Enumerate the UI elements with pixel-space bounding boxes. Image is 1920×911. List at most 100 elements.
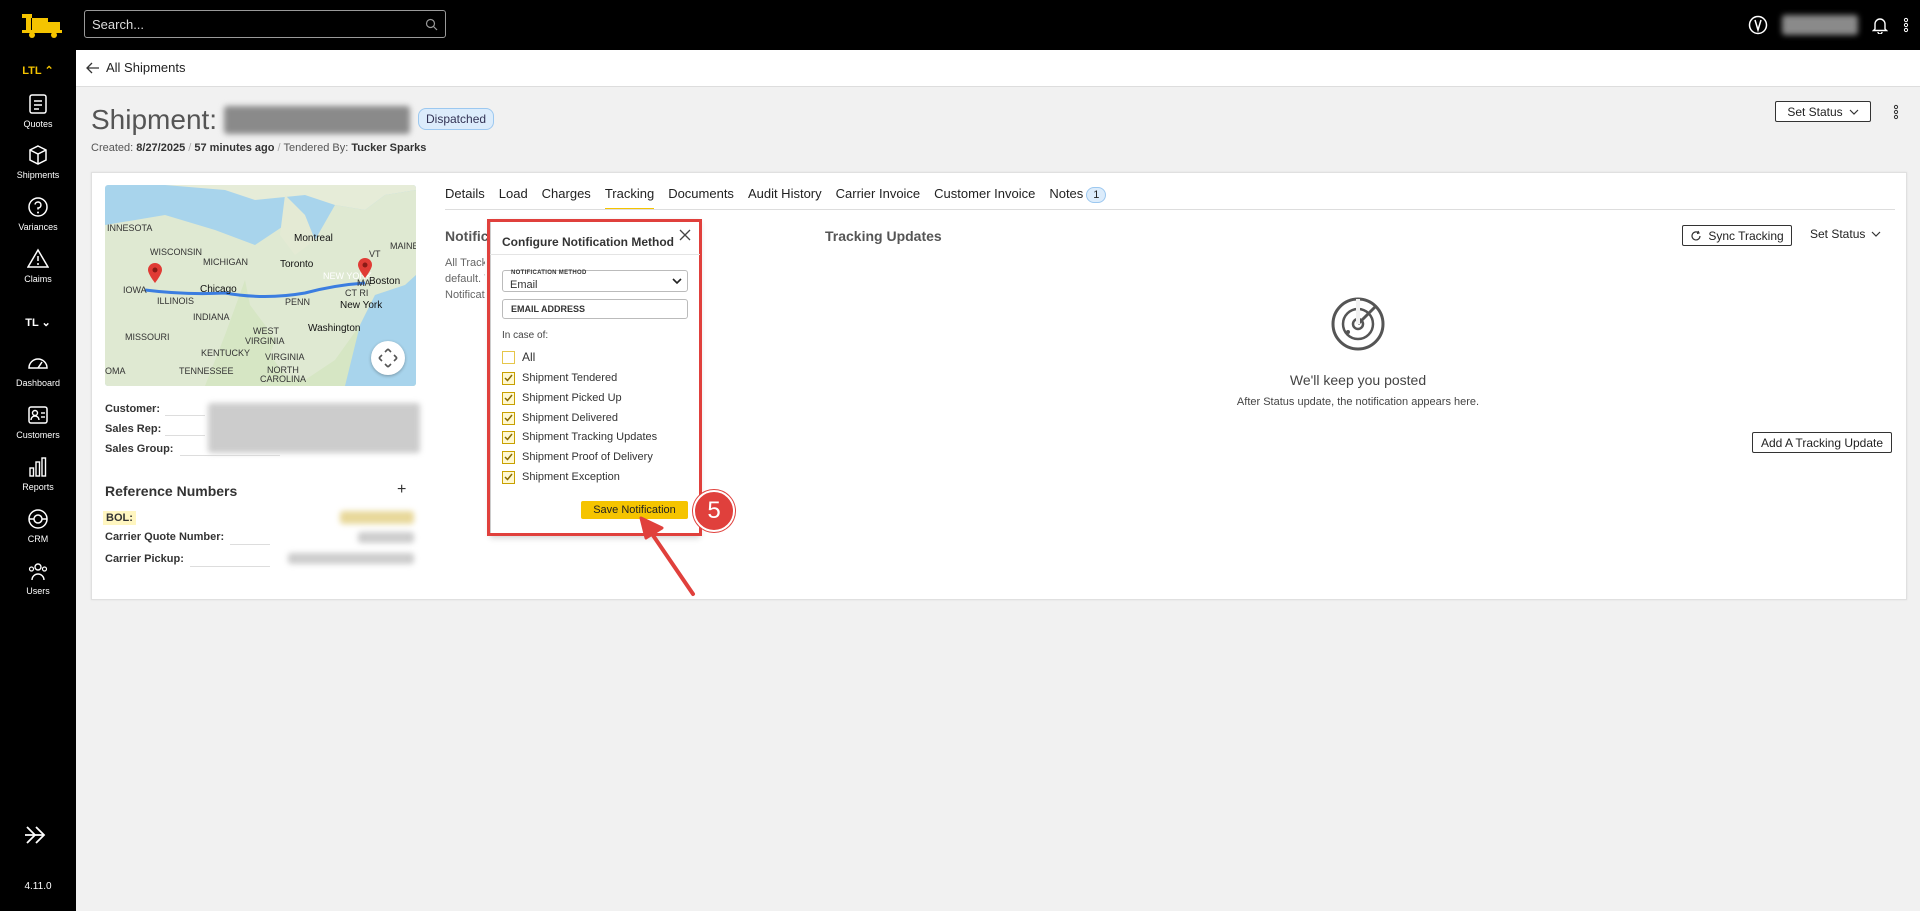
sidebar-group-ltl[interactable]: LTL ⌃ (0, 64, 76, 77)
bol-label: BOL: (103, 511, 136, 525)
tab-bar: Details Load Charges Tracking Documents … (445, 184, 1107, 210)
sidebar-item-quotes[interactable]: Quotes (0, 93, 76, 143)
chevron-up-icon: ⌃ (44, 65, 54, 77)
sidebar-item-reports[interactable]: Reports (0, 456, 76, 506)
notification-method-select[interactable]: NOTIFICATION METHOD Email (502, 270, 688, 292)
sidebar-item-customers[interactable]: Customers (0, 404, 76, 454)
carrier-pickup-value-redacted (288, 553, 414, 564)
map-label: IOWA (123, 285, 147, 295)
checkbox-checked-icon[interactable] (502, 371, 515, 385)
checkbox-shipment-tendered[interactable]: Shipment Tendered (502, 371, 617, 385)
tracking-set-status-button[interactable]: Set Status (1810, 227, 1881, 241)
more-vertical-icon[interactable] (1902, 17, 1910, 33)
notifications-description: All Track default. Y Notificat (445, 257, 485, 301)
map-label: OMA (105, 366, 126, 376)
search-input[interactable] (85, 11, 415, 37)
tab-load[interactable]: Load (499, 184, 528, 210)
fullscreen-icon (378, 348, 398, 368)
sidebar-group-tl[interactable]: TL ⌄ (0, 316, 76, 329)
map-fullscreen-button[interactable] (371, 341, 405, 375)
sync-icon (1691, 230, 1701, 240)
page-title: Shipment: (91, 104, 218, 135)
breadcrumb-bar: All Shipments (76, 50, 1920, 87)
map-label: MAINE (390, 241, 416, 251)
checkbox-checked-icon[interactable] (502, 450, 515, 464)
close-icon[interactable] (678, 228, 692, 242)
checkbox-unchecked-icon[interactable] (502, 350, 515, 364)
notification-method-value: Email (510, 279, 538, 291)
tab-notes[interactable]: Notes 1 (1049, 184, 1107, 210)
checkbox-shipment-delivered[interactable]: Shipment Delivered (502, 411, 618, 425)
top-bar (0, 0, 1920, 50)
checkbox-shipment-proof-of-delivery[interactable]: Shipment Proof of Delivery (502, 450, 653, 464)
sidebar-item-label: Customers (16, 430, 60, 440)
add-reference-icon[interactable]: + (397, 481, 406, 499)
tab-documents[interactable]: Documents (668, 184, 734, 210)
checkbox-checked-icon[interactable] (502, 391, 515, 405)
sidebar-item-users[interactable]: Users (0, 560, 76, 610)
step-number-badge: 5 (693, 490, 735, 532)
map-label: VIRGINIA (245, 336, 285, 346)
notes-count-badge: 1 (1086, 187, 1107, 203)
sidebar-item-claims[interactable]: Claims (0, 248, 76, 298)
bell-icon[interactable] (1872, 16, 1888, 34)
search-icon[interactable] (425, 18, 438, 31)
sidebar-item-label: Reports (22, 482, 54, 492)
breadcrumb[interactable]: All Shipments (86, 60, 185, 75)
checkbox-all[interactable]: All (502, 350, 535, 364)
email-address-input[interactable]: EMAIL ADDRESS (502, 299, 688, 319)
checkbox-checked-icon[interactable] (502, 411, 515, 425)
crm-icon (28, 509, 48, 529)
search-box[interactable] (84, 10, 446, 38)
sidebar-item-variances[interactable]: Variances (0, 196, 76, 246)
checkbox-checked-icon[interactable] (502, 430, 515, 444)
chevron-down-icon (672, 278, 682, 285)
sidebar-item-shipments[interactable]: Shipments (0, 144, 76, 194)
map-pin-icon (358, 258, 372, 278)
checkbox-shipment-tracking-updates[interactable]: Shipment Tracking Updates (502, 430, 657, 444)
tab-audit-history[interactable]: Audit History (748, 184, 822, 210)
sidebar-item-label: Users (26, 586, 50, 596)
add-tracking-update-button[interactable]: Add A Tracking Update (1752, 432, 1892, 453)
checkbox-checked-icon[interactable] (502, 470, 515, 484)
tab-carrier-invoice[interactable]: Carrier Invoice (836, 184, 921, 210)
sidebar-item-label: Variances (18, 222, 58, 232)
tab-details[interactable]: Details (445, 184, 485, 210)
tab-divider (445, 209, 1895, 210)
user-name-redacted[interactable] (1782, 15, 1858, 35)
gauge-icon (28, 358, 48, 369)
reference-numbers-title: Reference Numbers (105, 483, 238, 499)
email-address-label: EMAIL ADDRESS (511, 304, 586, 314)
carrier-pickup-label: Carrier Pickup: (105, 553, 184, 565)
tab-customer-invoice[interactable]: Customer Invoice (934, 184, 1035, 210)
empty-state-description: After Status update, the notification ap… (1236, 396, 1480, 408)
bol-value-redacted (340, 511, 414, 524)
shipment-id-redacted (224, 106, 410, 134)
more-vertical-icon[interactable] (1892, 104, 1900, 120)
shipment-meta: Created: 8/27/2025 / 57 minutes ago / Te… (91, 142, 427, 154)
expand-sidebar-icon[interactable] (24, 824, 50, 846)
tab-tracking[interactable]: Tracking (604, 184, 655, 210)
divider (490, 254, 700, 255)
account-icon[interactable] (1748, 15, 1768, 35)
breadcrumb-link[interactable]: All Shipments (106, 60, 185, 75)
arrow-left-icon[interactable] (86, 62, 100, 74)
sidebar-item-crm[interactable]: CRM (0, 508, 76, 558)
app-logo[interactable] (20, 12, 64, 40)
customer-info-redacted (208, 403, 420, 453)
topbar-actions (1748, 12, 1910, 38)
route-map[interactable]: INNESOTA WISCONSIN MICHIGAN Montreal MAI… (105, 185, 416, 386)
sync-tracking-button[interactable]: Sync Tracking (1682, 225, 1792, 246)
checkbox-shipment-exception[interactable]: Shipment Exception (502, 470, 620, 484)
tab-charges[interactable]: Charges (542, 184, 591, 210)
sidebar-item-dashboard[interactable]: Dashboard (0, 352, 76, 402)
set-status-button[interactable]: Set Status (1775, 101, 1871, 122)
sidebar-item-label: CRM (27, 534, 49, 544)
map-label: MICHIGAN (203, 257, 248, 267)
sales-group-label: Sales Group: (105, 443, 174, 455)
question-icon (28, 197, 48, 217)
notification-method-label: NOTIFICATION METHOD (511, 270, 587, 276)
empty-state-title: We'll keep you posted (1289, 372, 1427, 388)
chevron-down-icon (1849, 109, 1859, 115)
checkbox-shipment-picked-up[interactable]: Shipment Picked Up (502, 391, 622, 405)
